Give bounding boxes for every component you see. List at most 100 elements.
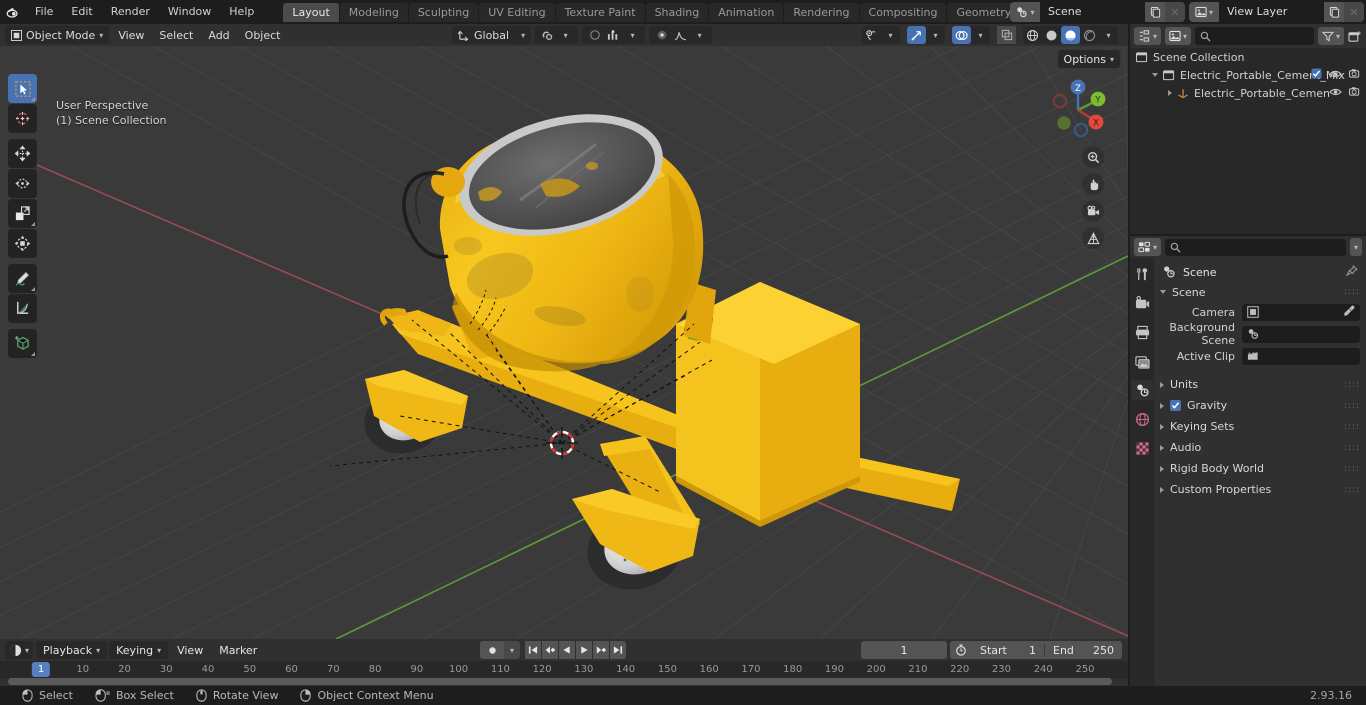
scene-icon[interactable]: ▾ xyxy=(1010,2,1040,22)
measure-tool[interactable] xyxy=(8,294,37,323)
outliner-row-2[interactable]: Electric_Portable_Cemen xyxy=(1130,84,1366,102)
viewport-menu-select[interactable]: Select xyxy=(153,26,199,44)
panel-expander-icon[interactable] xyxy=(1160,381,1164,388)
outliner-row-1[interactable]: Electric_Portable_Cement_Mix xyxy=(1130,66,1366,84)
hide-in-viewport-icon[interactable] xyxy=(1329,69,1342,82)
keying-chevron-icon[interactable]: ▾ xyxy=(504,641,520,659)
annotate-tool[interactable] xyxy=(8,264,37,293)
current-frame-field[interactable]: 1 xyxy=(861,641,947,659)
workspace-tab-animation[interactable]: Animation xyxy=(709,2,784,22)
auto-keying-group[interactable]: ▾ xyxy=(480,641,520,659)
delete-scene-button[interactable]: ✕ xyxy=(1165,2,1185,22)
outliner-new-collection-button[interactable] xyxy=(1348,30,1362,43)
menu-edit[interactable]: Edit xyxy=(62,3,101,21)
workspace-tab-compositing[interactable]: Compositing xyxy=(859,2,947,22)
snap-proportional-extra[interactable]: ▾ xyxy=(649,26,713,44)
disable-in-renders-icon[interactable] xyxy=(1349,68,1362,82)
viewport-menu-object[interactable]: Object xyxy=(239,26,287,44)
material-preview-shading-icon[interactable] xyxy=(1061,26,1080,44)
show-gizmo-icon[interactable] xyxy=(907,26,926,44)
wireframe-shading-icon[interactable] xyxy=(1023,26,1042,44)
toggle-orthographic-icon[interactable] xyxy=(1082,227,1104,249)
proportional-chevron-icon[interactable]: ▾ xyxy=(623,26,642,44)
view-layer-icon[interactable]: ▾ xyxy=(1189,2,1219,22)
scene-field-input[interactable] xyxy=(1242,347,1360,365)
play-reverse-button[interactable] xyxy=(559,641,575,659)
proportional-object-icon[interactable] xyxy=(652,26,671,44)
timeline-scrollbar-thumb[interactable] xyxy=(8,678,1112,685)
gizmo-chevron-icon[interactable]: ▾ xyxy=(926,26,945,44)
menu-window[interactable]: Window xyxy=(159,3,220,21)
xray-toggle[interactable] xyxy=(997,26,1016,44)
view-layer-tab[interactable] xyxy=(1131,351,1153,371)
scene-selector[interactable]: ▾ Scene ✕ xyxy=(1010,2,1185,22)
snap-magnet-icon[interactable] xyxy=(537,26,556,44)
play-button[interactable] xyxy=(576,641,592,659)
panel-expander-icon[interactable] xyxy=(1160,465,1164,472)
timeline-menu-playback[interactable]: Playback ▾ xyxy=(36,641,108,659)
proportional-falloff-icon[interactable] xyxy=(604,26,623,44)
panel-keying-sets[interactable]: Keying Sets:::: xyxy=(1154,416,1366,437)
disable-in-renders-icon[interactable] xyxy=(1349,86,1362,100)
panel-expander-icon[interactable] xyxy=(1160,486,1164,493)
falloff-curve-icon[interactable] xyxy=(671,26,690,44)
timeline-menu-keying[interactable]: Keying ▾ xyxy=(109,641,169,659)
visibility-chevron-icon[interactable]: ▾ xyxy=(881,26,900,44)
properties-search-input[interactable] xyxy=(1165,238,1346,256)
tool-tab[interactable] xyxy=(1131,264,1153,284)
panel-rigid-body-world[interactable]: Rigid Body World:::: xyxy=(1154,458,1366,479)
transform-tool[interactable] xyxy=(8,229,37,258)
gizmo-controls[interactable]: ▾ xyxy=(907,26,945,44)
pin-icon[interactable] xyxy=(1345,264,1359,280)
object-mode-dropdown[interactable]: Object Mode ▾ xyxy=(5,26,110,44)
panel-expander-icon[interactable] xyxy=(1160,402,1164,409)
timeline-scrollbar-track[interactable] xyxy=(0,678,1128,685)
collection-checkbox[interactable] xyxy=(1311,68,1322,82)
timeline-menu-view[interactable]: View xyxy=(170,641,210,659)
viewport-menu-add[interactable]: Add xyxy=(202,26,235,44)
menu-render[interactable]: Render xyxy=(102,3,159,21)
blender-logo-icon[interactable] xyxy=(0,0,26,24)
workspace-tab-shading[interactable]: Shading xyxy=(645,2,709,22)
panel-units[interactable]: Units:::: xyxy=(1154,374,1366,395)
use-preview-range-icon[interactable] xyxy=(950,644,972,656)
proportional-edit-controls[interactable]: ▾ xyxy=(582,26,646,44)
expander-icon[interactable] xyxy=(1152,73,1158,77)
frame-range-group[interactable]: Start 1 End 250 xyxy=(950,641,1122,659)
workspace-tab-layout[interactable]: Layout xyxy=(283,2,339,22)
scene-panel-expander-icon[interactable] xyxy=(1160,290,1166,294)
world-tab[interactable] xyxy=(1131,409,1153,429)
new-scene-button[interactable] xyxy=(1145,2,1165,22)
outliner[interactable]: ▾ ▾ ▾ Scene Collection Electric_Portable_… xyxy=(1130,24,1366,234)
workspace-tab-modeling[interactable]: Modeling xyxy=(339,2,408,22)
transform-orientation-dropdown[interactable]: Global ▾ xyxy=(452,26,532,44)
cursor-tool[interactable] xyxy=(8,104,37,133)
scene-tab[interactable] xyxy=(1131,380,1153,400)
scene-panel-header[interactable]: Scene :::: xyxy=(1154,282,1366,302)
menu-help[interactable]: Help xyxy=(220,3,263,21)
workspace-tab-rendering[interactable]: Rendering xyxy=(784,2,859,22)
panel-audio[interactable]: Audio:::: xyxy=(1154,437,1366,458)
timeline-playhead[interactable]: 1 xyxy=(31,662,51,677)
render-tab[interactable] xyxy=(1131,293,1153,313)
properties-editor-type-dropdown[interactable]: ▾ xyxy=(1134,238,1162,256)
output-tab[interactable] xyxy=(1131,322,1153,342)
end-frame-field[interactable]: End 250 xyxy=(1044,643,1122,657)
camera-view-icon[interactable] xyxy=(1082,200,1104,222)
move-tool[interactable] xyxy=(8,139,37,168)
snap-dropdown-chevron-icon[interactable]: ▾ xyxy=(556,26,575,44)
properties-editor[interactable]: ▾ ▾ Scene Scene:::: Camera Background S… xyxy=(1130,236,1366,686)
start-frame-field[interactable]: Start 1 xyxy=(972,644,1044,657)
workspace-tab-uv-editing[interactable]: UV Editing xyxy=(479,2,555,22)
menu-file[interactable]: File xyxy=(26,3,62,21)
xray-icon[interactable] xyxy=(997,26,1016,44)
viewport-menu-view[interactable]: View xyxy=(112,26,150,44)
workspace-tab-sculpting[interactable]: Sculpting xyxy=(408,2,479,22)
panel-expander-icon[interactable] xyxy=(1160,444,1164,451)
solid-shading-icon[interactable] xyxy=(1042,26,1061,44)
view-layer-selector[interactable]: ▾ View Layer ✕ xyxy=(1189,2,1364,22)
timeline-menu-marker[interactable]: Marker xyxy=(212,641,264,659)
add-cube-tool[interactable] xyxy=(8,329,37,358)
object-types-visibility-icon[interactable] xyxy=(862,26,881,44)
move-view-icon[interactable] xyxy=(1082,173,1104,195)
